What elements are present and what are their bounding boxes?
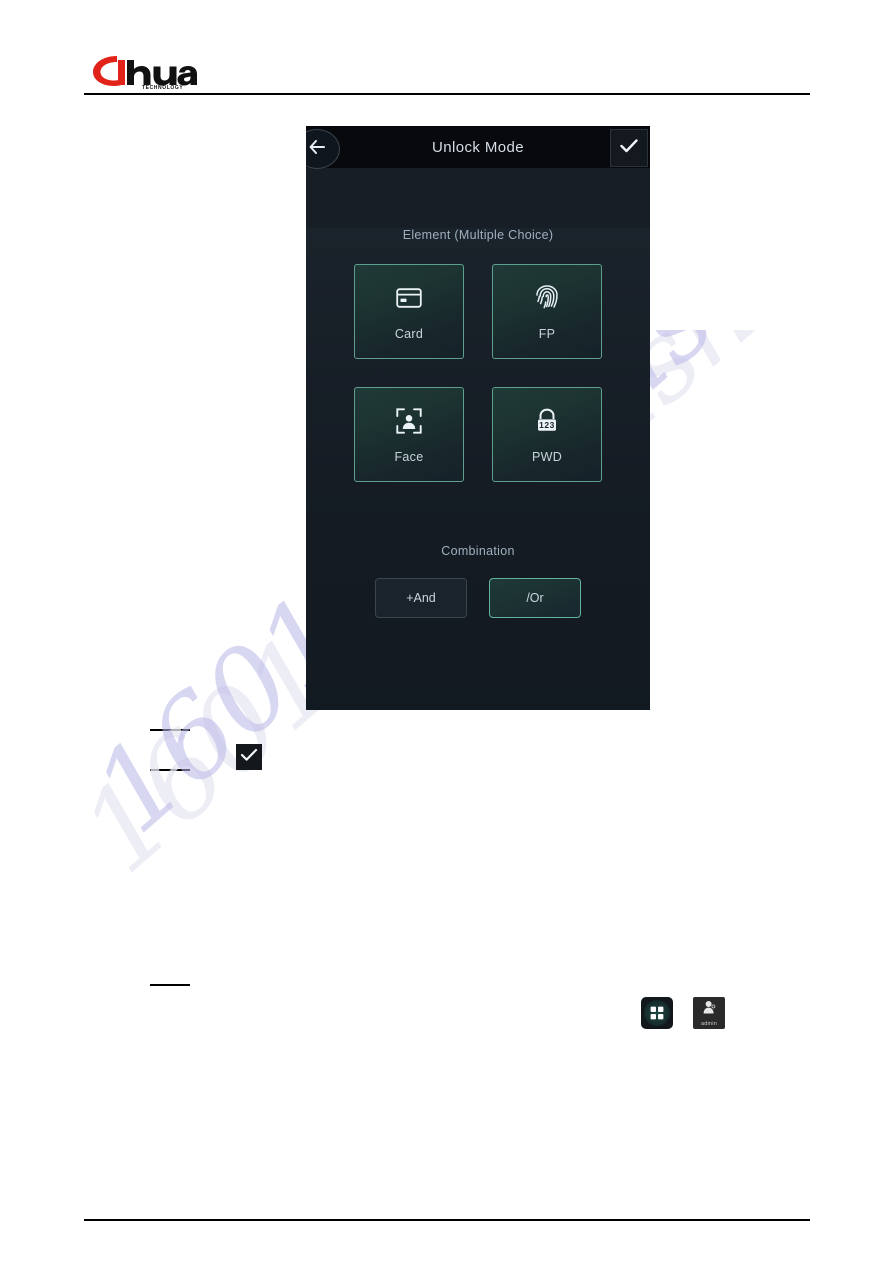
screen-titlebar: Unlock Mode [306, 126, 650, 169]
redaction-rule [150, 984, 190, 986]
combination-or-button[interactable]: /Or [489, 578, 581, 618]
element-tile-grid: Card FP Face 123 PWD [306, 264, 650, 482]
face-detect-icon [394, 406, 424, 436]
tile-fp[interactable]: FP [492, 264, 602, 359]
combination-section-label: Combination [441, 544, 515, 558]
back-button[interactable] [306, 129, 340, 169]
tile-label: Face [394, 449, 424, 464]
svg-text:TECHNOLOGY: TECHNOLOGY [142, 85, 183, 90]
element-section-label: Element (Multiple Choice) [402, 228, 554, 242]
page-title: Unlock Mode [432, 138, 524, 156]
redaction-rule [150, 769, 190, 771]
check-icon [619, 138, 639, 159]
arrow-left-icon [309, 139, 326, 159]
combination-and-button[interactable]: +And [375, 578, 467, 618]
lock-123-icon: 123 [532, 406, 562, 436]
tile-label: PWD [531, 449, 563, 464]
tile-label: Card [394, 326, 424, 341]
user-icon [702, 1000, 717, 1020]
inline-admin-icon-chip: admin [693, 997, 725, 1029]
check-icon [240, 748, 258, 767]
confirm-button[interactable] [610, 129, 648, 167]
tile-face[interactable]: Face [354, 387, 464, 482]
fingerprint-icon [532, 283, 562, 313]
card-icon [394, 283, 424, 313]
combination-options: +And /Or [306, 578, 650, 618]
screen-body: Element (Multiple Choice) Card FP Face 1… [306, 228, 650, 710]
admin-label: admin [701, 1020, 717, 1027]
dahua-logo: TECHNOLOGY [88, 50, 198, 91]
device-screen: Unlock Mode Element (Multiple Choice) Ca… [306, 126, 650, 710]
redaction-rule [150, 729, 190, 731]
footer-divider [84, 1219, 810, 1221]
tile-label: FP [538, 326, 556, 341]
tile-pwd[interactable]: 123 PWD [492, 387, 602, 482]
inline-confirm-icon-chip [236, 744, 262, 770]
document-page: TECHNOLOGY 1601manualshive.com-27 1601ma… [0, 0, 893, 1263]
grid-apps-icon [644, 1000, 670, 1026]
inline-apps-icon-chip [641, 997, 673, 1029]
tile-card[interactable]: Card [354, 264, 464, 359]
header-divider [84, 93, 810, 95]
svg-text:123: 123 [539, 420, 555, 430]
